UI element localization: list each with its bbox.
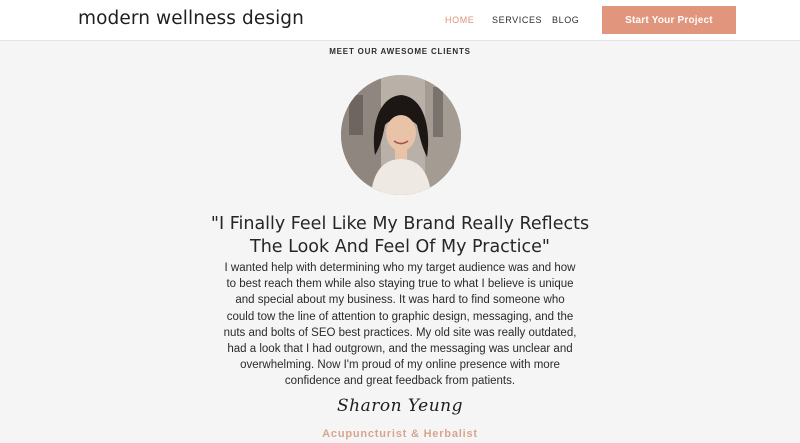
body-line: overwhelming. Now I'm proud of my online… [240,359,560,372]
site-logo[interactable]: modern wellness design [78,8,304,29]
start-project-button[interactable]: Start Your Project [602,6,736,34]
body-line: and special about my business. It was ha… [235,294,565,307]
client-avatar [341,75,461,195]
body-line: to best reach them while also staying tr… [226,278,574,291]
body-line: had a look that I had outgrown, and the … [227,343,573,356]
client-signature: Sharon Yeung [336,396,464,416]
nav-services[interactable]: SERVICES [492,15,542,25]
nav-blog[interactable]: BLOG [552,15,579,25]
testimonial-body: I wanted help with determining who my ta… [0,260,800,390]
body-line: I wanted help with determining who my ta… [224,262,576,274]
client-portrait-photo [341,75,461,195]
body-line: could tow the line of attention to graph… [226,310,574,323]
quote-line: The Look And Feel Of My Practice" [250,237,550,257]
testimonial-quote: "I Finally Feel Like My Brand Really Ref… [0,213,800,259]
section-eyebrow: MEET OUR AWESOME CLIENTS [329,47,471,56]
site-header: modern wellness design HOME SERVICES BLO… [0,0,800,41]
body-line: confidence and great feedback from patie… [284,375,516,388]
quote-line: "I Finally Feel Like My Brand Really Ref… [210,214,590,234]
body-line: nuts and bolts of SEO best practices. My… [223,326,577,339]
client-role: Acupuncturist & Herbalist [322,428,478,440]
nav-home[interactable]: HOME [445,15,474,25]
